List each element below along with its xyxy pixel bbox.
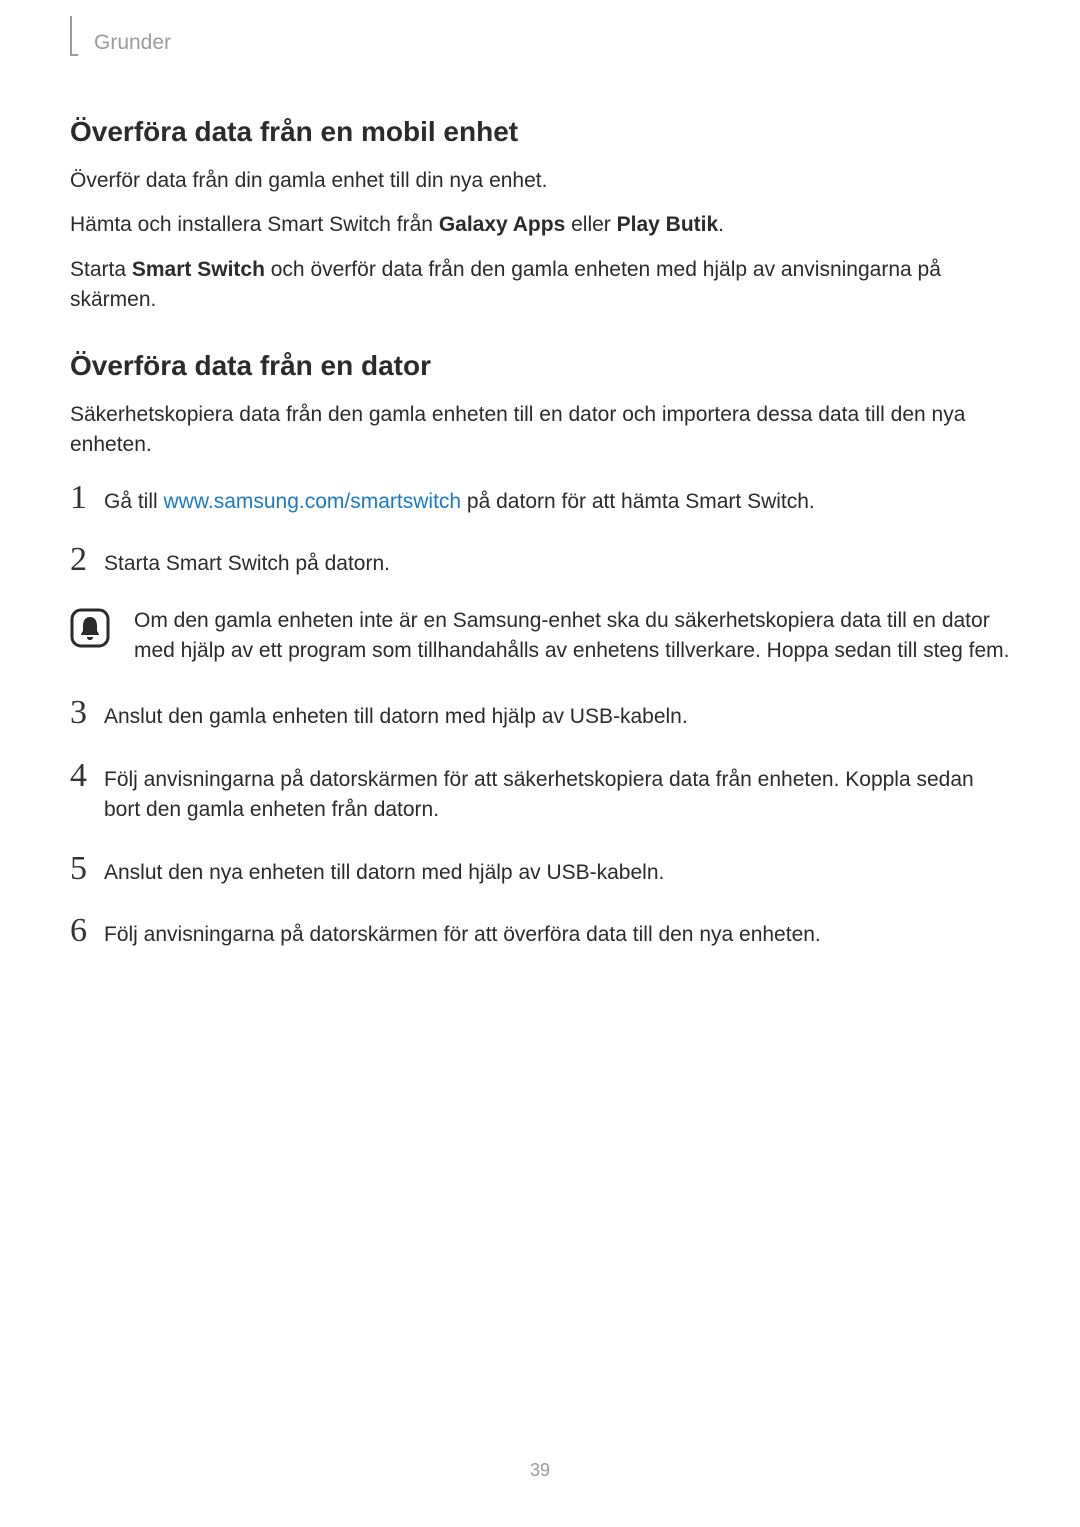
step-number: 1 (70, 481, 104, 515)
page-header: Grunder (70, 30, 1010, 56)
step-1: 1 Gå till www.samsung.com/smartswitch på… (70, 481, 1010, 517)
breadcrumb: Grunder (94, 31, 171, 55)
step-number: 4 (70, 759, 104, 793)
step-5: 5 Anslut den nya enheten till datorn med… (70, 852, 1010, 888)
text-fragment: Starta (70, 258, 132, 281)
section2-heading: Överföra data från en dator (70, 350, 1010, 382)
text-fragment: Hämta och installera Smart Switch från (70, 213, 439, 236)
header-tick-decoration (70, 16, 78, 56)
section1-p1: Överför data från din gamla enhet till d… (70, 166, 1010, 196)
step-body: Följ anvisningarna på datorskärmen för a… (104, 914, 821, 950)
step-4: 4 Följ anvisningarna på datorskärmen för… (70, 759, 1010, 826)
bold-text: Smart Switch (132, 258, 265, 281)
text-fragment: eller (565, 213, 616, 236)
page-number: 39 (0, 1460, 1080, 1481)
section1-heading: Överföra data från en mobil enhet (70, 116, 1010, 148)
step-3: 3 Anslut den gamla enheten till datorn m… (70, 696, 1010, 732)
smartswitch-link[interactable]: www.samsung.com/smartswitch (164, 490, 462, 513)
step-2: 2 Starta Smart Switch på datorn. (70, 543, 1010, 579)
step-6: 6 Följ anvisningarna på datorskärmen för… (70, 914, 1010, 950)
step-number: 6 (70, 914, 104, 948)
bold-text: Galaxy Apps (439, 213, 565, 236)
numbered-steps: 1 Gå till www.samsung.com/smartswitch på… (70, 481, 1010, 580)
step-body: Följ anvisningarna på datorskärmen för a… (104, 759, 1010, 826)
numbered-steps-continued: 3 Anslut den gamla enheten till datorn m… (70, 696, 1010, 950)
text-fragment: på datorn för att hämta Smart Switch. (461, 490, 815, 513)
section2-intro: Säkerhetskopiera data från den gamla enh… (70, 400, 1010, 461)
section1-p2: Hämta och installera Smart Switch från G… (70, 210, 1010, 240)
step-body: Starta Smart Switch på datorn. (104, 543, 390, 579)
step-number: 3 (70, 696, 104, 730)
step-number: 2 (70, 543, 104, 577)
note-callout: Om den gamla enheten inte är en Samsung-… (70, 606, 1010, 667)
step-body: Gå till www.samsung.com/smartswitch på d… (104, 481, 815, 517)
bell-note-icon (70, 608, 110, 648)
text-fragment: . (718, 213, 724, 236)
step-number: 5 (70, 852, 104, 886)
section1-p3: Starta Smart Switch och överför data frå… (70, 255, 1010, 316)
text-fragment: Gå till (104, 490, 164, 513)
note-text: Om den gamla enheten inte är en Samsung-… (134, 606, 1010, 667)
step-body: Anslut den nya enheten till datorn med h… (104, 852, 664, 888)
step-body: Anslut den gamla enheten till datorn med… (104, 696, 688, 732)
bold-text: Play Butik (617, 213, 719, 236)
